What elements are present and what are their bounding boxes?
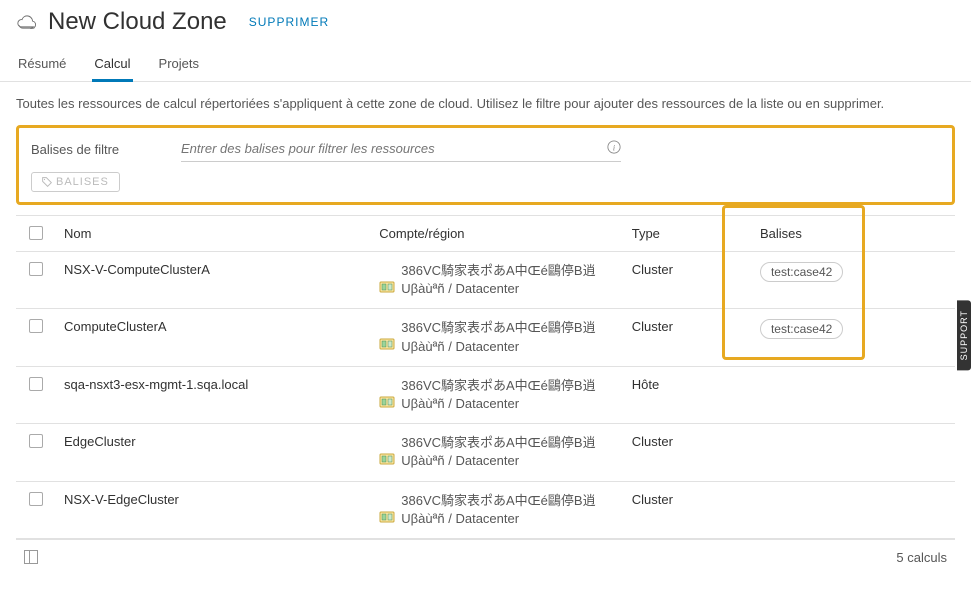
tab-compute[interactable]: Calcul (92, 48, 132, 81)
tag-icon (42, 177, 52, 187)
table-row: sqa-nsxt3-esx-mgmt-1.sqa.local386VC騎家表ポあ… (16, 367, 955, 424)
cell-account: 386VC騎家表ポあA中Œé鷗停B逍Uβàùªñ / Datacenter (371, 482, 611, 538)
cell-tags: test:case42 (752, 309, 955, 349)
datacenter-icon (379, 395, 395, 409)
filter-label: Balises de filtre (31, 142, 151, 157)
column-picker-icon[interactable] (24, 550, 38, 564)
filter-tags-input[interactable] (181, 141, 607, 156)
row-count: 5 calculs (896, 550, 947, 565)
datacenter-icon (379, 280, 395, 294)
cell-tags (752, 367, 955, 387)
delete-button[interactable]: Supprimer (249, 15, 329, 29)
tags-button-label: BALISES (56, 176, 109, 188)
tags-button[interactable]: BALISES (31, 172, 120, 192)
page-header: New Cloud Zone Supprimer (0, 0, 971, 40)
cell-account: 386VC騎家表ポあA中Œé鷗停B逍Uβàùªñ / Datacenter (371, 424, 611, 480)
table-row: ComputeClusterA386VC騎家表ポあA中Œé鷗停B逍Uβàùªñ … (16, 309, 955, 366)
tab-summary[interactable]: Résumé (16, 48, 68, 81)
cell-name: EdgeCluster (56, 424, 371, 459)
info-icon[interactable]: i (607, 140, 621, 157)
filter-box: Balises de filtre i BALISES (16, 125, 955, 205)
cell-account: 386VC騎家表ポあA中Œé鷗停B逍Uβàùªñ / Datacenter (371, 367, 611, 423)
datacenter-icon (379, 337, 395, 351)
header-account[interactable]: Compte/région (371, 216, 611, 251)
cell-name: sqa-nsxt3-esx-mgmt-1.sqa.local (56, 367, 371, 402)
tag-pill[interactable]: test:case42 (760, 262, 843, 282)
cell-name: NSX-V-EdgeCluster (56, 482, 371, 517)
svg-text:i: i (613, 143, 616, 153)
row-checkbox[interactable] (29, 262, 43, 276)
row-checkbox[interactable] (29, 492, 43, 506)
cloud-zone-icon (16, 13, 38, 31)
tabs: Résumé Calcul Projets (0, 48, 971, 82)
cell-name: NSX-V-ComputeClusterA (56, 252, 371, 287)
cell-tags (752, 482, 955, 502)
row-checkbox[interactable] (29, 319, 43, 333)
cell-type: Cluster (612, 309, 752, 344)
header-type[interactable]: Type (612, 216, 752, 251)
select-all-checkbox[interactable] (29, 226, 43, 240)
cell-type: Cluster (612, 482, 752, 517)
cell-account: 386VC騎家表ポあA中Œé鷗停B逍Uβàùªñ / Datacenter (371, 252, 611, 308)
cell-type: Cluster (612, 424, 752, 459)
page-title: New Cloud Zone (48, 8, 227, 36)
table-row: NSX-V-ComputeClusterA386VC騎家表ポあA中Œé鷗停B逍U… (16, 252, 955, 309)
tag-pill[interactable]: test:case42 (760, 319, 843, 339)
table-row: EdgeCluster386VC騎家表ポあA中Œé鷗停B逍Uβàùªñ / Da… (16, 424, 955, 481)
row-checkbox[interactable] (29, 434, 43, 448)
cell-type: Hôte (612, 367, 752, 402)
datacenter-icon (379, 510, 395, 524)
table-row: NSX-V-EdgeCluster386VC騎家表ポあA中Œé鷗停B逍Uβàùª… (16, 482, 955, 539)
cell-name: ComputeClusterA (56, 309, 371, 344)
table-header: Nom Compte/région Type Balises (16, 216, 955, 252)
page-description: Toutes les ressources de calcul répertor… (0, 82, 971, 121)
cell-tags: test:case42 (752, 252, 955, 292)
header-tags[interactable]: Balises (752, 216, 955, 251)
cell-account: 386VC騎家表ポあA中Œé鷗停B逍Uβàùªñ / Datacenter (371, 309, 611, 365)
cell-type: Cluster (612, 252, 752, 287)
row-checkbox[interactable] (29, 377, 43, 391)
table-footer: 5 calculs (16, 539, 955, 575)
cell-tags (752, 424, 955, 444)
support-tab[interactable]: SUPPORT (957, 300, 971, 370)
header-name[interactable]: Nom (56, 216, 371, 251)
tab-projects[interactable]: Projets (157, 48, 201, 81)
datacenter-icon (379, 452, 395, 466)
compute-table: Nom Compte/région Type Balises NSX-V-Com… (16, 215, 955, 539)
